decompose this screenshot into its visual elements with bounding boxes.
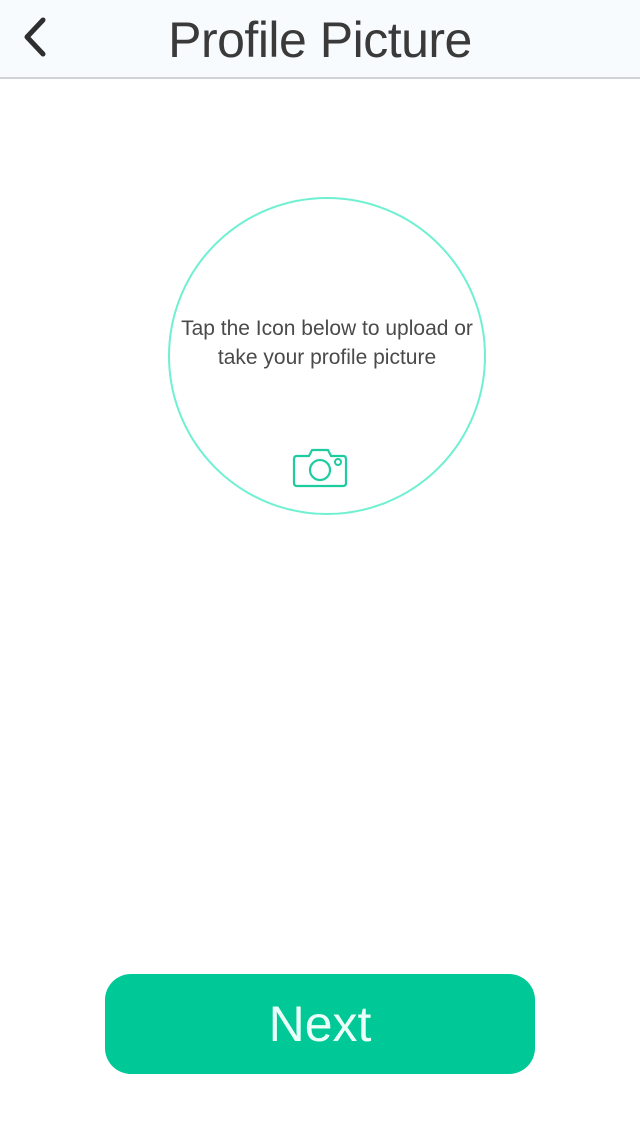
profile-picture-screen: Profile Picture Tap the Icon below to up…: [0, 0, 640, 1136]
back-button[interactable]: [6, 8, 62, 70]
chevron-left-icon: [19, 15, 49, 64]
next-button[interactable]: Next: [105, 974, 535, 1074]
navigation-bar: Profile Picture: [0, 0, 640, 79]
page-title: Profile Picture: [168, 12, 472, 68]
camera-button[interactable]: [289, 446, 351, 492]
camera-icon: [292, 446, 348, 493]
upload-instruction-text: Tap the Icon below to upload or take you…: [181, 317, 473, 369]
